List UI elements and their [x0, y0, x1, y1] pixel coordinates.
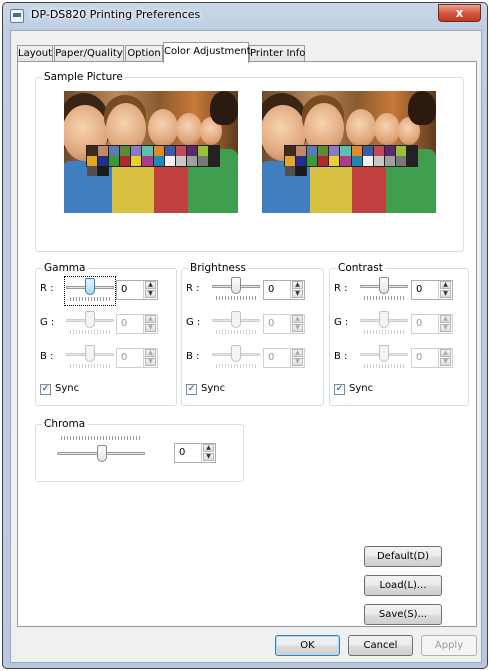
brightness-b-value: 0: [268, 352, 275, 363]
title-bar[interactable]: DP-DS820 Printing Preferences x: [3, 3, 487, 29]
contrast-b-slider[interactable]: [360, 345, 408, 371]
gamma-b-value: 0: [121, 352, 128, 363]
contrast-g-label: G :: [334, 317, 349, 328]
gamma-title: Gamma: [42, 262, 88, 274]
spin-up-icon[interactable]: ▲: [440, 349, 451, 357]
brightness-g-spinner[interactable]: 0 ▲ ▼: [263, 314, 305, 334]
gamma-r-spinner[interactable]: 0 ▲ ▼: [116, 280, 158, 300]
tab-paper-quality[interactable]: Paper/Quality: [54, 45, 124, 62]
brightness-r-label: R :: [186, 283, 200, 294]
brightness-b-spinner[interactable]: 0 ▲ ▼: [263, 348, 305, 368]
contrast-g-slider[interactable]: [360, 311, 408, 337]
gamma-r-label: R :: [40, 283, 54, 294]
gamma-g-slider[interactable]: [66, 311, 114, 337]
contrast-g-value: 0: [416, 318, 423, 329]
color-adjustment-panel: Sample Picture Gamma R: 0 ▲ ▼ G: 0 ▲ ▼…: [17, 61, 477, 627]
spin-up-icon[interactable]: ▲: [203, 444, 214, 452]
gamma-sync-checkbox[interactable]: ✓: [40, 384, 51, 395]
chroma-slider[interactable]: [57, 435, 145, 462]
load-button[interactable]: Load(L)...: [364, 575, 442, 596]
cancel-button[interactable]: Cancel: [348, 635, 413, 656]
default-button[interactable]: Default(D): [364, 546, 442, 567]
spin-down-icon[interactable]: ▼: [292, 358, 303, 366]
brightness-title: Brightness: [188, 262, 248, 274]
gamma-group: Gamma R : 0 ▲ ▼ G : 0 ▲ ▼ B : 0 ▲ ▼ ✓ Sy…: [35, 262, 177, 406]
gamma-g-value: 0: [121, 318, 128, 329]
brightness-sync-label: Sync: [201, 383, 226, 394]
spin-down-icon[interactable]: ▼: [292, 290, 303, 298]
brightness-g-label: G :: [186, 317, 201, 328]
sample-picture-group: Sample Picture: [35, 71, 464, 252]
spin-down-icon[interactable]: ▼: [203, 453, 214, 461]
gamma-sync-label: Sync: [55, 383, 80, 394]
sample-photo-original: [64, 91, 238, 213]
contrast-b-value: 0: [416, 352, 423, 363]
contrast-g-spinner[interactable]: 0 ▲ ▼: [411, 314, 453, 334]
window-title: DP-DS820 Printing Preferences: [31, 8, 201, 21]
chroma-group: Chroma 0 ▲ ▼: [35, 418, 244, 482]
dialog-body: Layout Paper/Quality Option Color Adjust…: [10, 30, 482, 663]
spin-down-icon[interactable]: ▼: [292, 324, 303, 332]
close-button[interactable]: x: [438, 4, 481, 22]
tab-option[interactable]: Option: [125, 45, 163, 62]
gamma-r-value: 0: [121, 284, 128, 295]
sample-picture-title: Sample Picture: [42, 71, 125, 83]
brightness-b-label: B :: [186, 351, 200, 362]
contrast-r-slider[interactable]: [360, 277, 408, 303]
spin-down-icon[interactable]: ▼: [440, 358, 451, 366]
gamma-r-slider[interactable]: [66, 278, 114, 304]
save-button[interactable]: Save(S)...: [364, 604, 442, 625]
apply-button[interactable]: Apply: [421, 635, 477, 656]
contrast-r-spinner[interactable]: 0 ▲ ▼: [411, 280, 453, 300]
chroma-spinner[interactable]: 0 ▲ ▼: [174, 443, 216, 463]
brightness-g-slider[interactable]: [212, 311, 260, 337]
printing-preferences-window: DP-DS820 Printing Preferences x Layout P…: [2, 2, 488, 669]
contrast-b-spinner[interactable]: 0 ▲ ▼: [411, 348, 453, 368]
spin-up-icon[interactable]: ▲: [292, 349, 303, 357]
gamma-b-spinner[interactable]: 0 ▲ ▼: [116, 348, 158, 368]
brightness-r-spinner[interactable]: 0 ▲ ▼: [263, 280, 305, 300]
spin-down-icon[interactable]: ▼: [145, 358, 156, 366]
spin-up-icon[interactable]: ▲: [145, 281, 156, 289]
ok-button[interactable]: OK: [275, 635, 340, 656]
brightness-group: Brightness R : 0 ▲ ▼ G : 0 ▲ ▼ B : 0 ▲ ▼…: [181, 262, 324, 406]
tab-color-adjustment[interactable]: Color Adjustment: [163, 42, 251, 63]
chroma-title: Chroma: [42, 418, 88, 430]
printer-icon: [10, 9, 24, 23]
spin-up-icon[interactable]: ▲: [145, 349, 156, 357]
brightness-r-slider[interactable]: [212, 277, 260, 303]
tab-layout[interactable]: Layout: [17, 45, 53, 62]
spin-up-icon[interactable]: ▲: [440, 281, 451, 289]
color-chart: [284, 145, 418, 176]
brightness-sync-checkbox[interactable]: ✓: [186, 384, 197, 395]
color-chart: [86, 145, 220, 176]
gamma-b-slider[interactable]: [66, 345, 114, 371]
contrast-r-value: 0: [416, 284, 423, 295]
spin-up-icon[interactable]: ▲: [292, 281, 303, 289]
brightness-r-value: 0: [268, 284, 275, 295]
chroma-value: 0: [179, 447, 186, 458]
spin-down-icon[interactable]: ▼: [145, 290, 156, 298]
gamma-g-label: G :: [40, 317, 55, 328]
brightness-g-value: 0: [268, 318, 275, 329]
spin-down-icon[interactable]: ▼: [145, 324, 156, 332]
spin-up-icon[interactable]: ▲: [440, 315, 451, 323]
contrast-title: Contrast: [336, 262, 385, 274]
sample-photo-adjusted: [262, 91, 436, 213]
contrast-group: Contrast R : 0 ▲ ▼ G : 0 ▲ ▼ B : 0 ▲ ▼ ✓…: [329, 262, 469, 406]
tab-printer-info[interactable]: Printer Info: [249, 45, 305, 62]
spin-down-icon[interactable]: ▼: [440, 324, 451, 332]
contrast-sync-label: Sync: [349, 383, 374, 394]
brightness-b-slider[interactable]: [212, 345, 260, 371]
gamma-g-spinner[interactable]: 0 ▲ ▼: [116, 314, 158, 334]
contrast-b-label: B :: [334, 351, 348, 362]
spin-down-icon[interactable]: ▼: [440, 290, 451, 298]
contrast-r-label: R :: [334, 283, 348, 294]
contrast-sync-checkbox[interactable]: ✓: [334, 384, 345, 395]
spin-up-icon[interactable]: ▲: [292, 315, 303, 323]
gamma-b-label: B :: [40, 351, 54, 362]
spin-up-icon[interactable]: ▲: [145, 315, 156, 323]
